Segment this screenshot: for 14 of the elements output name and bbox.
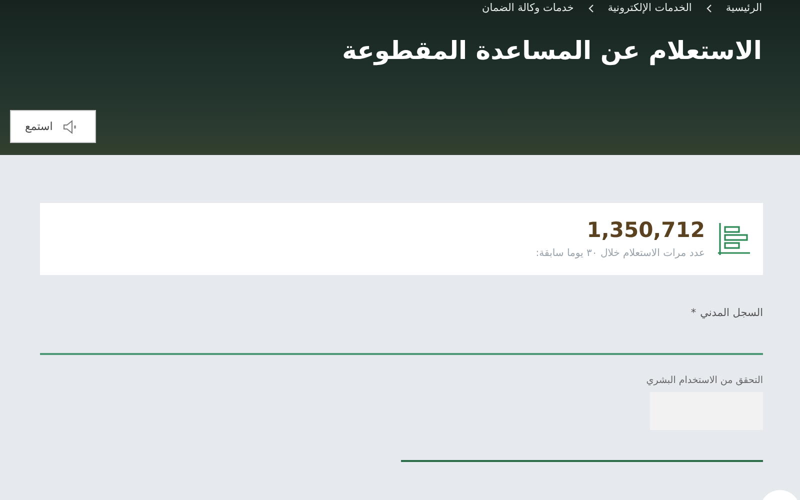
breadcrumb-link[interactable]: الخدمات الإلكترونية <box>608 2 692 14</box>
required-mark: * <box>690 307 696 319</box>
speaker-icon <box>62 118 79 134</box>
captcha-label: التحقق من الاستخدام البشري <box>646 375 763 386</box>
stat-value: 1,350,712 <box>586 218 705 242</box>
breadcrumb-link[interactable]: خدمات وكالة الضمان <box>482 2 574 14</box>
field-label: السجل المدني <box>700 307 763 319</box>
bar-chart-icon <box>717 222 751 256</box>
listen-button[interactable]: استمع <box>10 110 96 143</box>
chevron-icon <box>588 4 594 12</box>
breadcrumb-link[interactable]: الرئيسية <box>726 2 762 14</box>
page-title: الاستعلام عن المساعدة المقطوعة <box>342 36 762 65</box>
chevron-icon <box>706 4 712 12</box>
stat-caption: عدد مرات الاستعلام خلال ٣٠ يوما سابقة: <box>536 248 705 260</box>
